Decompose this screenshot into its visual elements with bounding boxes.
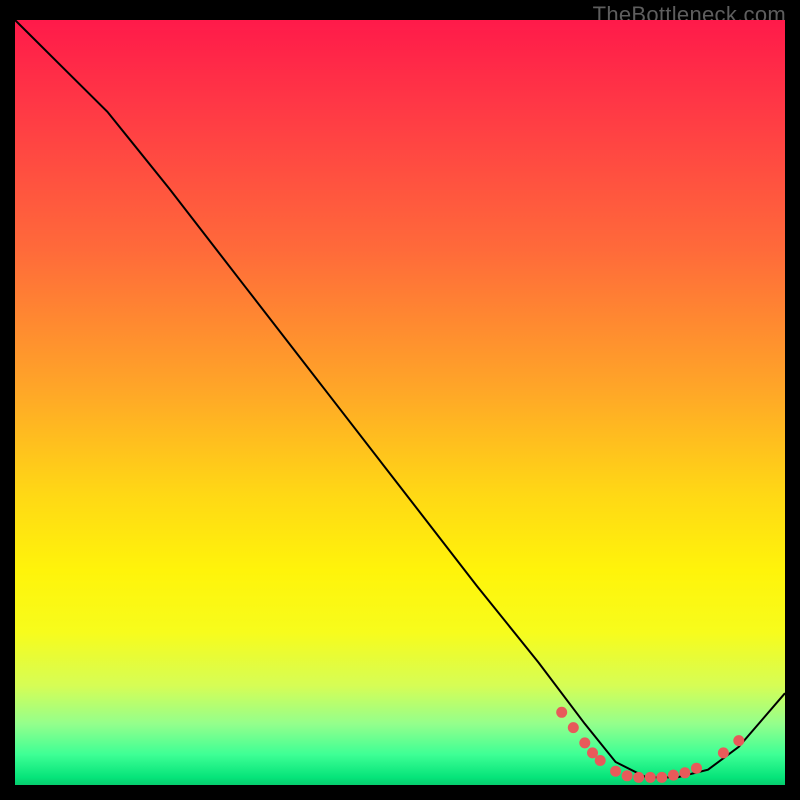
marker-dot bbox=[645, 772, 656, 783]
marker-dot bbox=[679, 767, 690, 778]
chart-stage: TheBottleneck.com bbox=[0, 0, 800, 800]
marker-dot bbox=[579, 737, 590, 748]
marker-dot bbox=[718, 747, 729, 758]
marker-dot bbox=[622, 770, 633, 781]
marker-dot bbox=[656, 772, 667, 783]
marker-dot bbox=[610, 766, 621, 777]
highlight-dots bbox=[556, 707, 744, 783]
marker-dot bbox=[733, 735, 744, 746]
marker-dot bbox=[556, 707, 567, 718]
plot-area bbox=[15, 20, 785, 785]
marker-dot bbox=[633, 772, 644, 783]
marker-dot bbox=[595, 755, 606, 766]
bottleneck-curve bbox=[15, 20, 785, 777]
marker-dot bbox=[568, 722, 579, 733]
marker-dot bbox=[691, 763, 702, 774]
marker-dot bbox=[668, 770, 679, 781]
chart-svg bbox=[15, 20, 785, 785]
